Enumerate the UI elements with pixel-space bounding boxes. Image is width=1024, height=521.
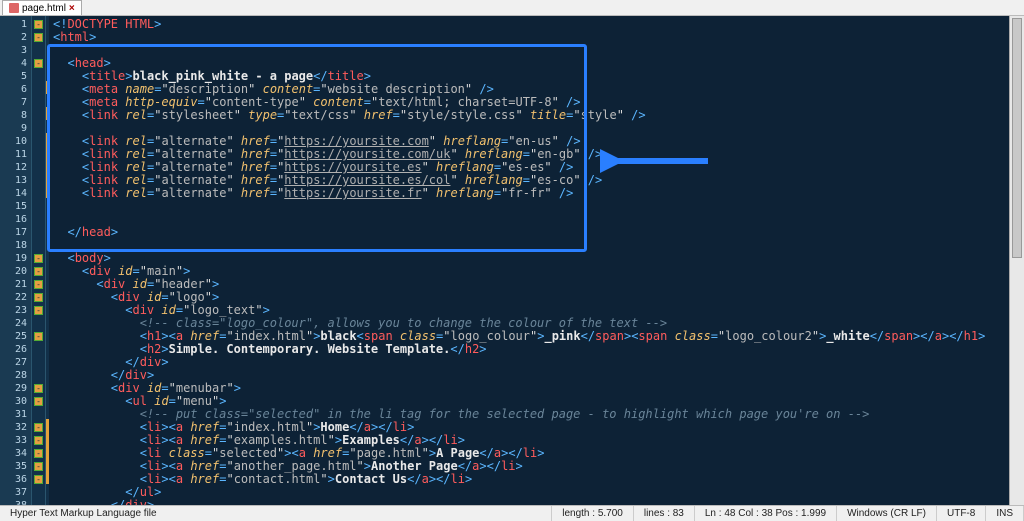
fold-margin[interactable]: ---------------- bbox=[32, 16, 46, 505]
status-filetype: Hyper Text Markup Language file bbox=[0, 506, 552, 521]
code-area[interactable]: <!DOCTYPE HTML><html> <head> <title>blac… bbox=[49, 16, 1024, 505]
tab-close-icon[interactable]: × bbox=[69, 3, 75, 14]
status-lines: lines : 83 bbox=[634, 506, 695, 521]
tab-bar: page.html × bbox=[0, 0, 1024, 16]
vertical-scrollbar[interactable] bbox=[1009, 16, 1024, 505]
status-bar: Hyper Text Markup Language file length :… bbox=[0, 505, 1024, 521]
tab-filename: page.html bbox=[22, 3, 66, 14]
status-position: Ln : 48 Col : 38 Pos : 1.999 bbox=[695, 506, 837, 521]
scrollbar-thumb[interactable] bbox=[1012, 18, 1022, 258]
status-insert-mode[interactable]: INS bbox=[986, 506, 1024, 521]
status-eol[interactable]: Windows (CR LF) bbox=[837, 506, 937, 521]
status-encoding[interactable]: UTF-8 bbox=[937, 506, 986, 521]
file-tab[interactable]: page.html × bbox=[2, 0, 82, 15]
status-length: length : 5.700 bbox=[552, 506, 634, 521]
line-number-gutter: 1234567891011121314151617181920212223242… bbox=[0, 16, 32, 505]
code-editor[interactable]: 1234567891011121314151617181920212223242… bbox=[0, 16, 1024, 505]
html-file-icon bbox=[9, 3, 19, 13]
